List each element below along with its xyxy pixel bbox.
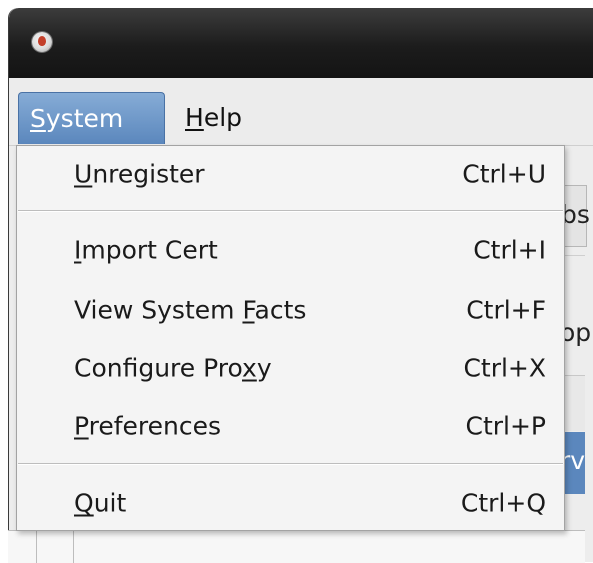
- menu-help-mnemonic: H: [185, 103, 204, 132]
- system-menu-dropdown: Unregister Ctrl+U Import Cert Ctrl+I Vie…: [16, 145, 565, 531]
- menu-item-shortcut: Ctrl+X: [463, 353, 546, 383]
- menu-item-shortcut: Ctrl+I: [473, 235, 546, 265]
- menu-item-label: Import Cert: [74, 235, 218, 265]
- menu-item-label: Unregister: [74, 159, 205, 189]
- menu-bar: System Help: [9, 79, 593, 146]
- menu-item-import-cert[interactable]: Import Cert Ctrl+I: [17, 225, 564, 275]
- menu-item-label: Configure Proxy: [74, 353, 272, 383]
- menu-system-post: ystem: [45, 104, 124, 133]
- menu-item-shortcut: Ctrl+F: [466, 295, 546, 325]
- list-column-divider: [73, 531, 74, 563]
- menu-help[interactable]: Help: [185, 92, 242, 144]
- menu-item-label: Quit: [74, 488, 127, 518]
- menu-item-shortcut: Ctrl+U: [462, 159, 546, 189]
- menu-separator: [18, 463, 563, 465]
- menu-system-mnemonic: S: [30, 104, 46, 133]
- menu-item-view-system-facts[interactable]: View System Facts Ctrl+F: [17, 285, 564, 335]
- app-icon[interactable]: [32, 32, 52, 52]
- background-tab-text: bs: [561, 200, 590, 229]
- menu-item-preferences[interactable]: Preferences Ctrl+P: [17, 401, 564, 451]
- menu-item-shortcut: Ctrl+P: [465, 411, 546, 441]
- menu-item-shortcut: Ctrl+Q: [460, 488, 546, 518]
- list-column-divider: [36, 531, 37, 563]
- menu-system[interactable]: System: [18, 92, 165, 144]
- menu-help-post: elp: [203, 103, 243, 132]
- menu-item-label: View System Facts: [74, 295, 307, 325]
- menu-item-label: Preferences: [74, 411, 222, 441]
- title-bar[interactable]: [9, 8, 593, 78]
- menu-separator: [18, 210, 563, 212]
- menu-item-unregister[interactable]: Unregister Ctrl+U: [17, 149, 564, 199]
- menu-item-configure-proxy[interactable]: Configure Proxy Ctrl+X: [17, 343, 564, 393]
- background-list: [8, 530, 585, 563]
- menu-item-quit[interactable]: Quit Ctrl+Q: [17, 478, 564, 528]
